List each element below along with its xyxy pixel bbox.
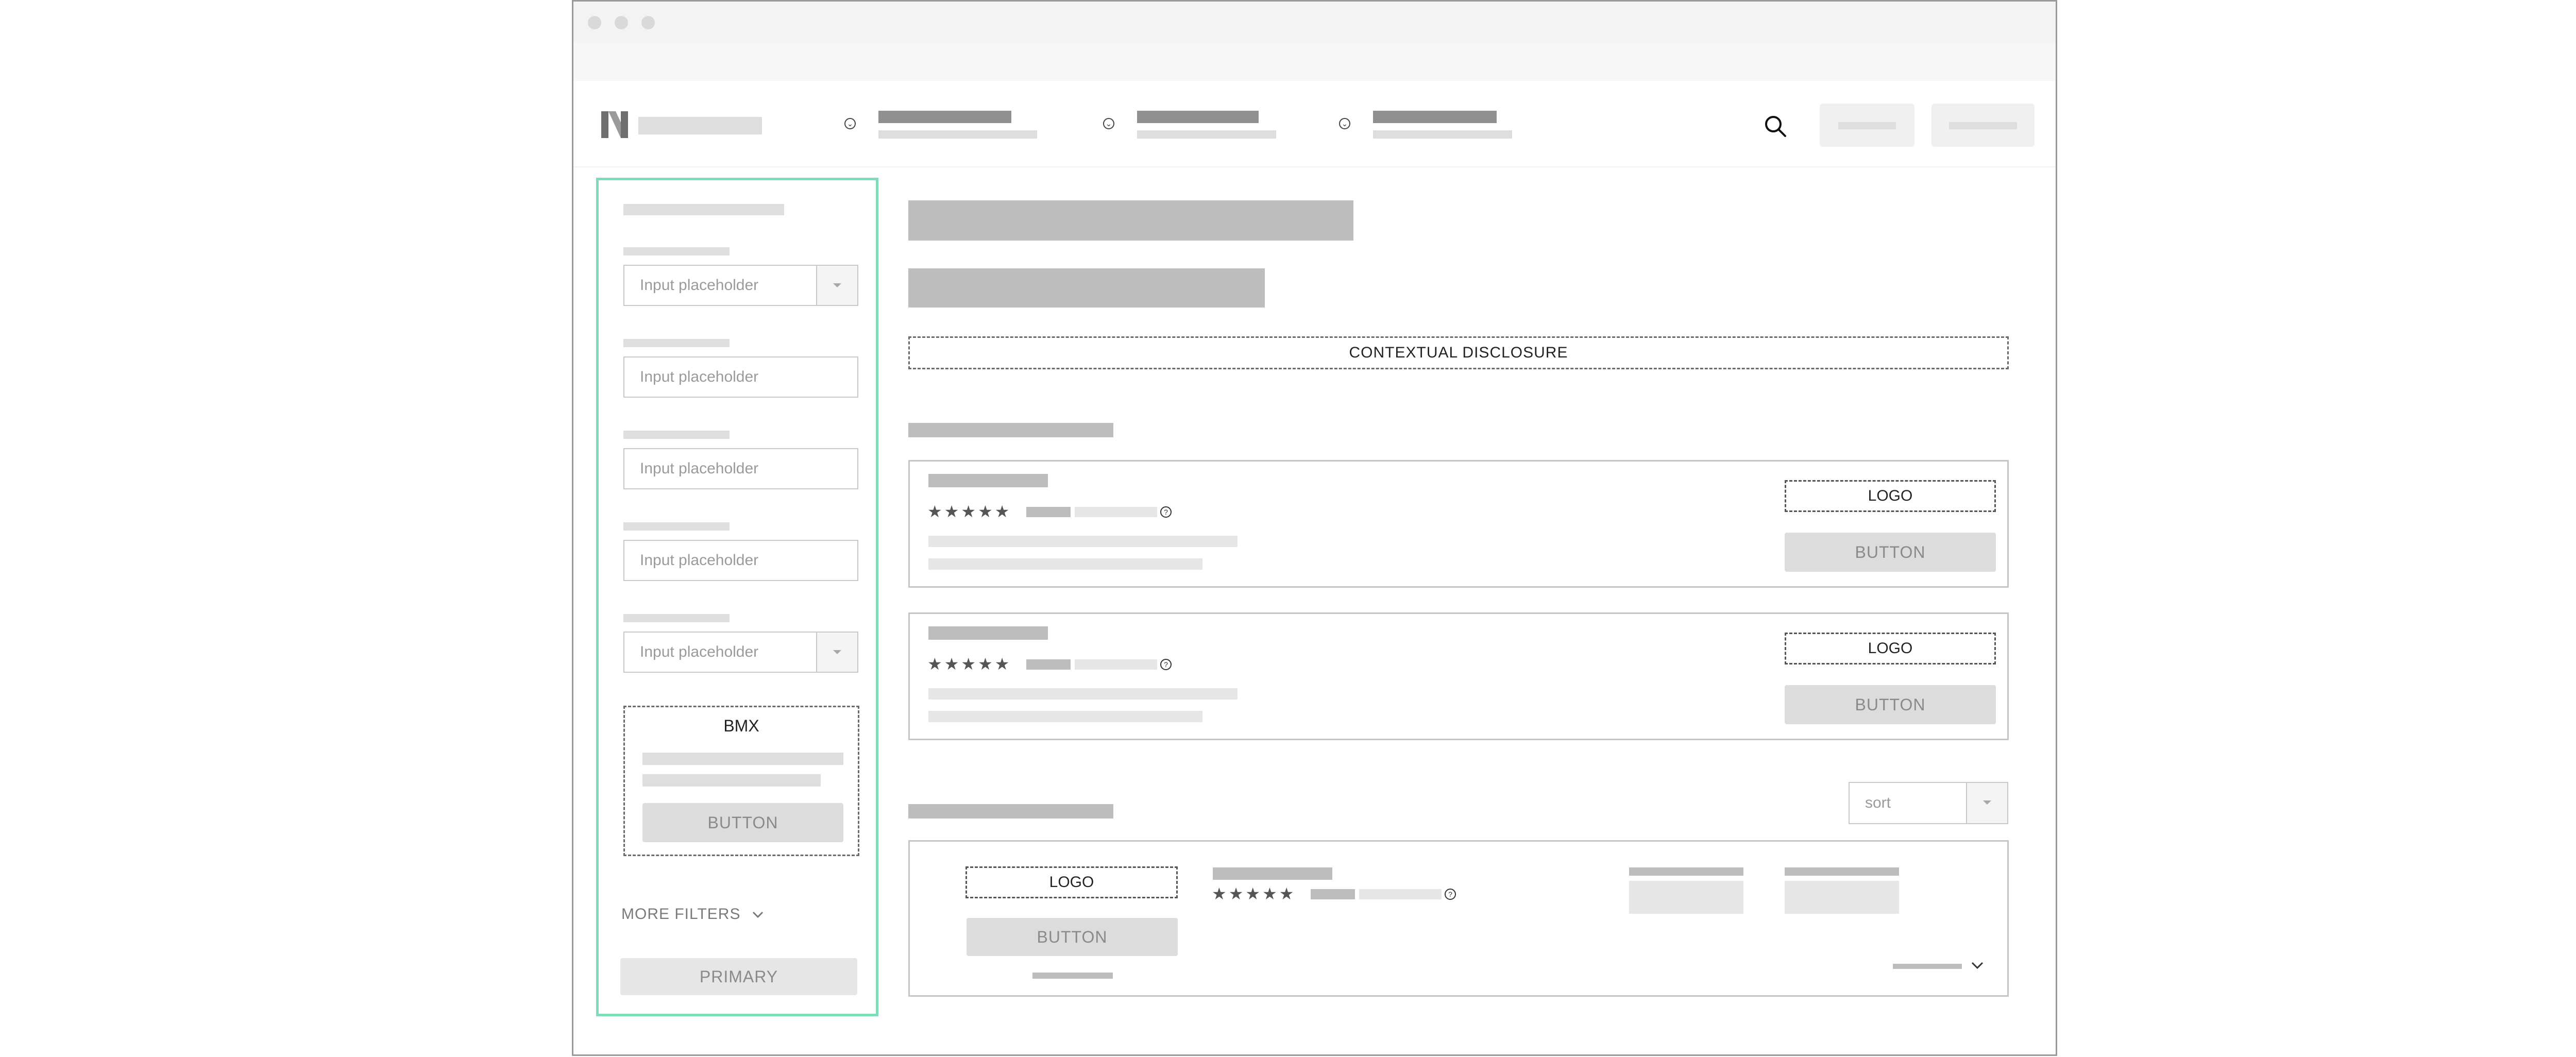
rating-value	[1026, 659, 1071, 670]
filter-input-3[interactable]: Input placeholder	[623, 448, 858, 489]
nav-button-2[interactable]	[1931, 104, 2035, 147]
card-title	[928, 626, 1048, 640]
featured-card[interactable]: ★★★★★ ? LOGO BUTTON	[908, 612, 2009, 740]
input-placeholder: Input placeholder	[640, 277, 759, 294]
help-icon[interactable]: ?	[1160, 506, 1172, 518]
card-description-line	[928, 688, 1238, 700]
promo-text-line	[642, 753, 843, 765]
sidebar-title	[623, 204, 784, 215]
rating-value	[1026, 507, 1071, 517]
column-1-header	[1629, 867, 1743, 876]
filter-input-2[interactable]: Input placeholder	[623, 356, 858, 398]
primary-button[interactable]: PRIMARY	[620, 958, 857, 995]
rating-stars: ★★★★★	[927, 655, 1012, 673]
chevron-down-icon[interactable]	[1970, 960, 1985, 971]
input-placeholder: Input placeholder	[640, 460, 759, 477]
expand-details-label[interactable]	[1893, 964, 1962, 969]
filter-sidebar: Input placeholder Input placeholder Inpu…	[596, 178, 878, 1016]
dropdown-caret-icon[interactable]	[816, 633, 857, 672]
sort-placeholder: sort	[1865, 794, 1891, 811]
filter-label	[623, 247, 730, 255]
card-button[interactable]: BUTTON	[1785, 533, 1996, 572]
sort-select[interactable]: sort	[1849, 782, 2008, 824]
input-placeholder: Input placeholder	[640, 368, 759, 385]
card-button[interactable]: BUTTON	[1785, 685, 1996, 724]
input-placeholder: Input placeholder	[640, 552, 759, 569]
n-logo-icon[interactable]	[601, 111, 628, 138]
rating-stars: ★★★★★	[927, 502, 1012, 521]
partner-logo: LOGO	[1785, 480, 1996, 512]
chevron-down-icon[interactable]: ⌄	[1339, 118, 1350, 129]
filter-label	[623, 339, 730, 347]
partner-logo: LOGO	[1785, 633, 1996, 664]
column-2-value	[1785, 881, 1899, 914]
filter-label	[623, 614, 730, 622]
top-navigation: ⌄ ⌄ ⌄	[573, 81, 2056, 167]
featured-card[interactable]: ★★★★★ ? LOGO BUTTON	[908, 460, 2009, 588]
card-description-line	[928, 536, 1238, 547]
help-icon[interactable]: ?	[1445, 889, 1456, 900]
browser-window: ⌄ ⌄ ⌄ Input placeholder Input placeholde…	[572, 0, 2057, 1056]
partner-logo: LOGO	[965, 866, 1178, 898]
filter-label	[623, 431, 730, 439]
page-title	[908, 200, 1353, 241]
chevron-down-icon[interactable]: ⌄	[1103, 118, 1114, 129]
close-window-button[interactable]	[588, 16, 601, 29]
title-bar	[573, 2, 2056, 43]
contextual-disclosure[interactable]: CONTEXTUAL DISCLOSURE	[908, 336, 2009, 369]
bmx-promo-box: BMX BUTTON	[623, 706, 859, 856]
chevron-down-icon[interactable]: ⌄	[844, 118, 856, 129]
result-button[interactable]: BUTTON	[967, 918, 1178, 956]
nav-item-2-subtitle	[1137, 130, 1276, 139]
nav-item-3-subtitle	[1373, 130, 1512, 139]
section-heading-featured	[908, 423, 1113, 437]
dropdown-caret-icon[interactable]	[816, 266, 857, 305]
column-1-value	[1629, 881, 1743, 914]
nav-button-1[interactable]	[1820, 104, 1914, 147]
page-subtitle	[908, 268, 1265, 308]
maximize-window-button[interactable]	[641, 16, 655, 29]
result-card[interactable]: LOGO BUTTON ★★★★★ ?	[908, 840, 2009, 997]
minimize-window-button[interactable]	[615, 16, 628, 29]
result-title	[1213, 867, 1332, 880]
promo-text-line	[642, 774, 821, 787]
filter-input-4[interactable]: Input placeholder	[623, 540, 858, 581]
nav-item-3-title[interactable]	[1373, 111, 1497, 123]
chevron-down-icon	[752, 906, 764, 923]
filter-select-1[interactable]: Input placeholder	[623, 265, 858, 306]
section-heading-results	[908, 804, 1113, 819]
result-link[interactable]	[1032, 973, 1113, 979]
more-filters-toggle[interactable]: MORE FILTERS	[621, 906, 764, 923]
filter-label	[623, 522, 730, 531]
address-bar[interactable]	[573, 43, 2056, 81]
card-description-line	[928, 711, 1202, 722]
rating-value	[1311, 889, 1355, 899]
card-title	[928, 474, 1048, 487]
input-placeholder: Input placeholder	[640, 643, 759, 660]
dropdown-caret-icon[interactable]	[1966, 783, 2007, 823]
review-count	[1359, 889, 1442, 899]
brand-name-placeholder	[638, 117, 762, 134]
nav-item-2-title[interactable]	[1137, 111, 1259, 123]
card-description-line	[928, 558, 1202, 570]
more-filters-label: MORE FILTERS	[621, 906, 741, 923]
rating-stars: ★★★★★	[1212, 884, 1296, 903]
review-count	[1075, 507, 1157, 517]
help-icon[interactable]: ?	[1160, 659, 1172, 670]
nav-item-1-subtitle	[878, 130, 1037, 139]
filter-select-5[interactable]: Input placeholder	[623, 632, 858, 673]
promo-button[interactable]: BUTTON	[642, 803, 843, 842]
column-2-header	[1785, 867, 1899, 876]
nav-item-1-title[interactable]	[878, 111, 1011, 123]
review-count	[1075, 659, 1157, 670]
search-icon[interactable]	[1764, 114, 1787, 138]
promo-title: BMX	[723, 717, 759, 735]
